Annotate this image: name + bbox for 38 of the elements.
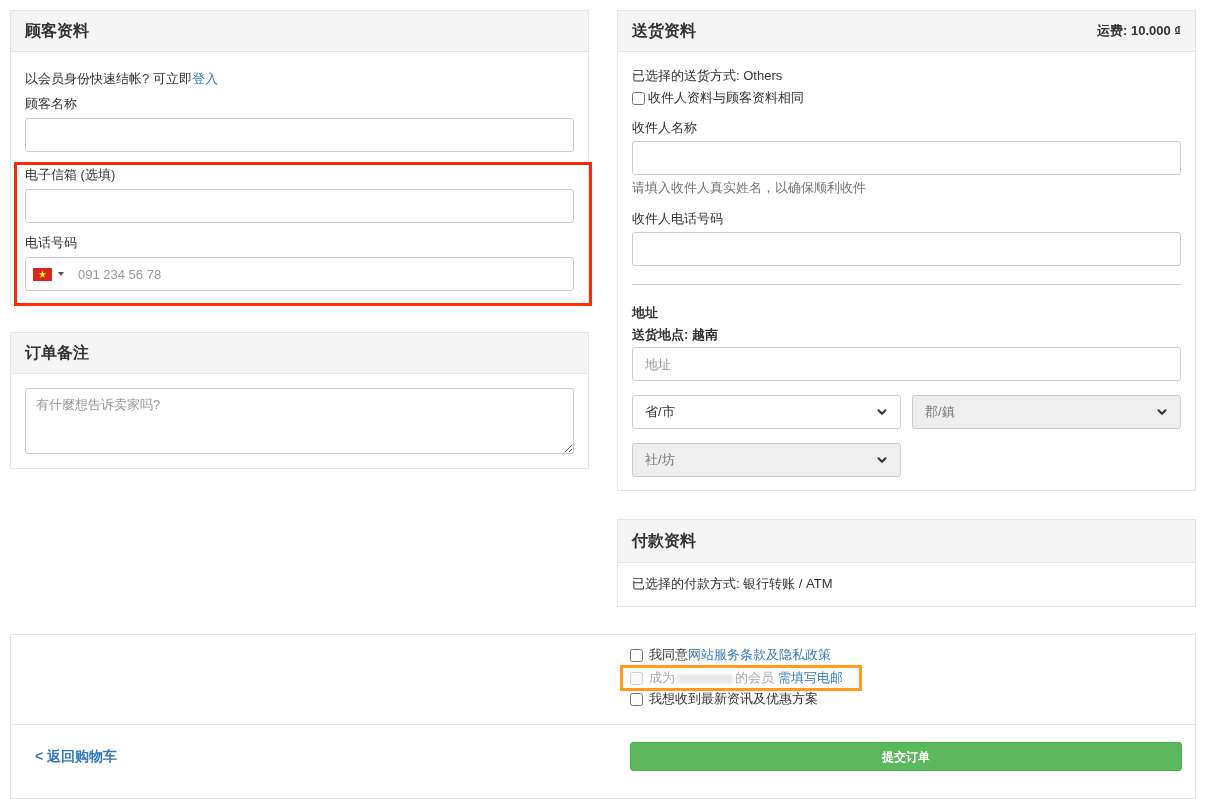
text-input[interactable] [25,118,574,152]
dropdown-select[interactable]: 省/市 [632,395,901,429]
field-label: 收件人电话号码 [632,210,724,228]
field-label: 顾客名称 [25,95,78,113]
checkbox[interactable] [630,692,643,706]
notes-textarea[interactable]: 有什麼想告诉卖家吗? [25,388,574,454]
submit-order-button[interactable]: 提交订单 [630,742,1182,771]
address-input[interactable]: 地址 [632,347,1181,381]
field-label: 电子信箱 (选填) [25,166,117,184]
text-input[interactable] [25,189,574,223]
phone-field[interactable]: 091 234 56 78 [25,257,574,291]
delivery-location: 送货地点: 越南 [632,326,719,344]
checkbox[interactable] [632,91,645,105]
back-to-cart-link[interactable]: < 返回购物车 [35,746,118,767]
login-link[interactable]: 登入 [191,71,218,86]
text-input[interactable] [632,232,1181,266]
panel-title: 顾客资料 [25,21,89,41]
text-input[interactable] [632,141,1181,175]
payment-method: 已选择的付款方式: 银行转账 / ATM [632,575,834,593]
shipping-fee: 运费: 10.000 ₫ [1097,22,1181,41]
help-text: 请填入收件人真实姓名，以确保顺利收件 [632,179,867,197]
panel-title: 订单备注 [25,343,89,363]
consent-link[interactable]: 网站服务条款及隐私政策 [688,647,831,662]
panel-title: 付款资料 [632,531,696,551]
consent-label: 我同意网站服务条款及隐私政策 [649,646,831,664]
checkbox-label: 收件人资料与顾客资料相同 [648,89,804,107]
panel-title: 送货资料 [632,21,696,41]
field-label: 地址 [632,304,659,322]
checkbox[interactable] [630,648,643,662]
shipping-method: 已选择的送货方式: Others [632,67,784,85]
consent-label: 成为 的会员 需填写电邮 [649,669,843,687]
flag-icon [33,267,52,281]
field-label: 收件人名称 [632,119,698,137]
consent-label: 我想收到最新资讯及优惠方案 [649,690,818,708]
caret-icon [58,272,64,276]
phone-input[interactable]: 091 234 56 78 [78,258,573,290]
login-prompt: 以会员身份快速结帐? 可立即登入 [25,70,219,88]
field-label: 电话号码 [25,234,78,252]
